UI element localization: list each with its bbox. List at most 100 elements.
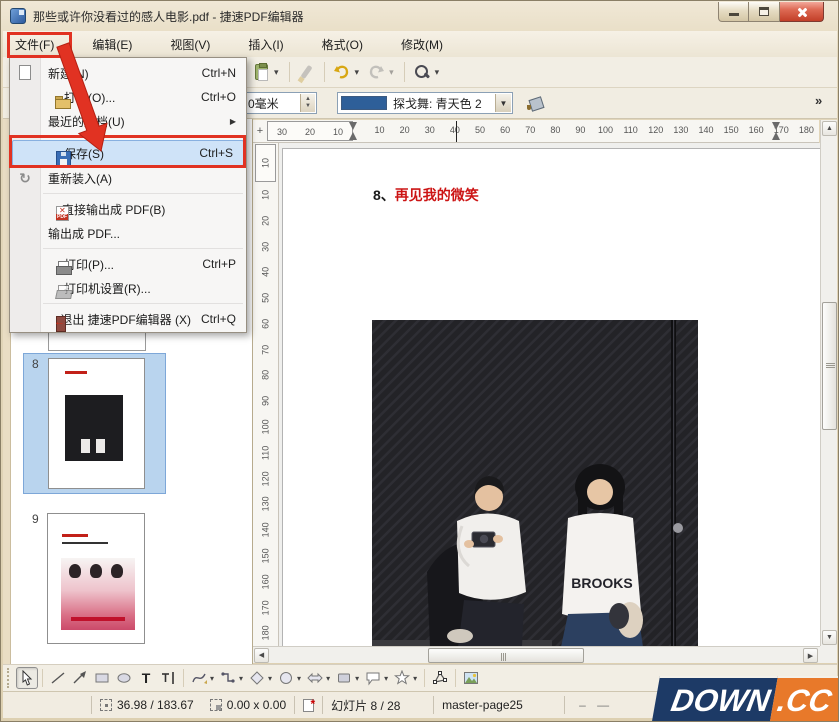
menu-item-recent[interactable]: 最近的文档(U) ▶ xyxy=(10,109,246,133)
callout-icon xyxy=(365,670,381,686)
zoom-slider[interactable]: – — xyxy=(579,698,613,712)
menu-insert[interactable]: 插入(I) xyxy=(236,32,295,57)
fill-color-combo[interactable]: 探戈舞: 青天色 2 ▼ xyxy=(337,92,513,114)
menu-item-reload[interactable]: ↻ 重新装入(A) xyxy=(10,166,246,190)
scroll-left-button[interactable]: ◀ xyxy=(254,648,269,663)
find-zoom-dropdown[interactable]: ▾ xyxy=(435,67,440,78)
menu-edit[interactable]: 编辑(E) xyxy=(80,32,144,57)
points-tool[interactable] xyxy=(429,667,451,689)
window-controls xyxy=(718,2,824,22)
exit-door-icon xyxy=(55,315,67,331)
undo-button[interactable] xyxy=(330,60,354,84)
magnifier-icon xyxy=(414,64,430,80)
horizontal-scrollbar[interactable]: ◀ ▶ xyxy=(253,646,820,663)
curve-tool[interactable] xyxy=(188,667,210,689)
heading-text: 再见我的微笑 xyxy=(395,187,479,203)
ellipse-tool[interactable] xyxy=(113,667,135,689)
select-tool[interactable] xyxy=(16,667,38,689)
close-button[interactable] xyxy=(780,2,824,22)
menu-item-open[interactable]: 打开(O)... Ctrl+O xyxy=(10,85,246,109)
insert-image-tool[interactable] xyxy=(460,667,482,689)
line-tool[interactable] xyxy=(47,667,69,689)
printer-icon xyxy=(55,260,71,276)
printer-setup-icon xyxy=(55,284,71,300)
scroll-down-button[interactable]: ▼ xyxy=(822,630,837,645)
menu-item-print[interactable]: 打印(P)... Ctrl+P xyxy=(10,252,246,276)
paste-button[interactable] xyxy=(249,60,273,84)
toolbar-grip[interactable] xyxy=(7,668,12,688)
callouts-tool[interactable] xyxy=(362,667,384,689)
thumbnail-9-poster xyxy=(61,558,135,630)
minimize-button[interactable] xyxy=(718,2,749,22)
h-ruler-margin: 302010 xyxy=(267,121,353,141)
connector-tool[interactable] xyxy=(217,667,239,689)
redo-dropdown[interactable]: ▾ xyxy=(389,67,394,78)
undo-dropdown[interactable]: ▾ xyxy=(355,67,360,78)
block-arrows-tool[interactable] xyxy=(304,667,326,689)
line-width-field[interactable]: 0毫米 ▲▼ xyxy=(243,92,317,114)
menu-item-printer-setup[interactable]: 打印机设置(R)... xyxy=(10,276,246,300)
save-floppy-icon xyxy=(56,151,71,166)
find-zoom-button[interactable] xyxy=(410,60,434,84)
color-dropdown[interactable]: ▼ xyxy=(495,94,511,112)
menu-view[interactable]: 视图(V) xyxy=(158,32,222,57)
indent-marker-icon[interactable] xyxy=(772,121,781,141)
indent-marker-icon[interactable] xyxy=(349,121,358,141)
close-icon xyxy=(796,6,808,18)
menu-item-export-pdf[interactable]: 输出成 PDF... xyxy=(10,221,246,245)
arrow-icon xyxy=(72,670,88,686)
scroll-up-button[interactable]: ▲ xyxy=(822,121,837,136)
arrow-tool[interactable] xyxy=(69,667,91,689)
color-name: 探戈舞: 青天色 2 xyxy=(393,95,482,112)
menu-item-save[interactable]: 保存(S) Ctrl+S xyxy=(12,140,244,166)
maximize-button[interactable] xyxy=(749,2,780,22)
menu-item-exit[interactable]: 退出 捷速PDF编辑器 (X) Ctrl+Q xyxy=(10,307,246,331)
flowchart-tool[interactable] xyxy=(333,667,355,689)
format-brush-button[interactable] xyxy=(295,60,319,84)
scroll-right-button[interactable]: ▶ xyxy=(803,648,818,663)
menu-item-new[interactable]: 新建(N) Ctrl+N xyxy=(10,61,246,85)
vertical-text-icon xyxy=(160,670,176,686)
rectangle-tool[interactable] xyxy=(91,667,113,689)
block-arrow-icon xyxy=(307,670,323,686)
vertical-scroll-thumb[interactable] xyxy=(822,302,837,430)
symbol-shapes-tool[interactable] xyxy=(275,667,297,689)
menu-modify[interactable]: 修改(M) xyxy=(389,32,455,57)
menu-item-export-pdf-direct[interactable]: 直接输出成 PDF(B) xyxy=(10,197,246,221)
slide-counter: 幻灯片 8 / 28 xyxy=(323,697,433,714)
page-heading[interactable]: 8、再见我的微笑 xyxy=(373,185,479,205)
page-photo[interactable]: BROOKS xyxy=(372,320,698,646)
new-document-icon xyxy=(19,65,31,80)
redo-icon xyxy=(367,64,385,80)
paste-dropdown[interactable]: ▾ xyxy=(274,67,279,78)
circle-icon xyxy=(278,670,294,686)
document-canvas[interactable]: 8、再见我的微笑 xyxy=(279,143,820,646)
app-icon xyxy=(10,8,26,24)
vertical-text-tool[interactable] xyxy=(157,667,179,689)
line-width-value: 0毫米 xyxy=(248,95,279,112)
submenu-arrow-icon: ▶ xyxy=(230,117,236,126)
vertical-scrollbar[interactable]: ▲ ▼ xyxy=(820,120,837,646)
redo-button[interactable] xyxy=(364,60,388,84)
object-size: 0.00 x 0.00 xyxy=(202,698,294,712)
heading-number: 8、 xyxy=(373,187,395,203)
toolbar-overflow-chevron[interactable]: » xyxy=(815,93,822,108)
reload-icon: ↻ xyxy=(17,170,33,186)
guide-cross-icon: + xyxy=(253,120,267,142)
basic-shapes-tool[interactable] xyxy=(246,667,268,689)
stars-tool[interactable] xyxy=(391,667,413,689)
text-tool[interactable]: T xyxy=(135,667,157,689)
thumbnail-page-9[interactable] xyxy=(47,513,145,644)
scrollbar-corner xyxy=(820,646,837,663)
undo-icon xyxy=(333,64,351,80)
color-swatch xyxy=(341,96,387,110)
menu-format[interactable]: 格式(O) xyxy=(310,32,375,57)
document-page[interactable]: 8、再见我的微笑 xyxy=(282,148,820,646)
horizontal-scroll-thumb[interactable] xyxy=(428,648,584,663)
menu-file[interactable]: 文件(F) xyxy=(3,32,66,57)
thumbnail-page-8[interactable] xyxy=(48,358,145,489)
maximize-icon xyxy=(759,7,769,16)
paint-bucket-icon[interactable] xyxy=(527,93,547,113)
line-width-spinner[interactable]: ▲▼ xyxy=(300,94,315,112)
select-cursor-icon xyxy=(20,670,34,686)
